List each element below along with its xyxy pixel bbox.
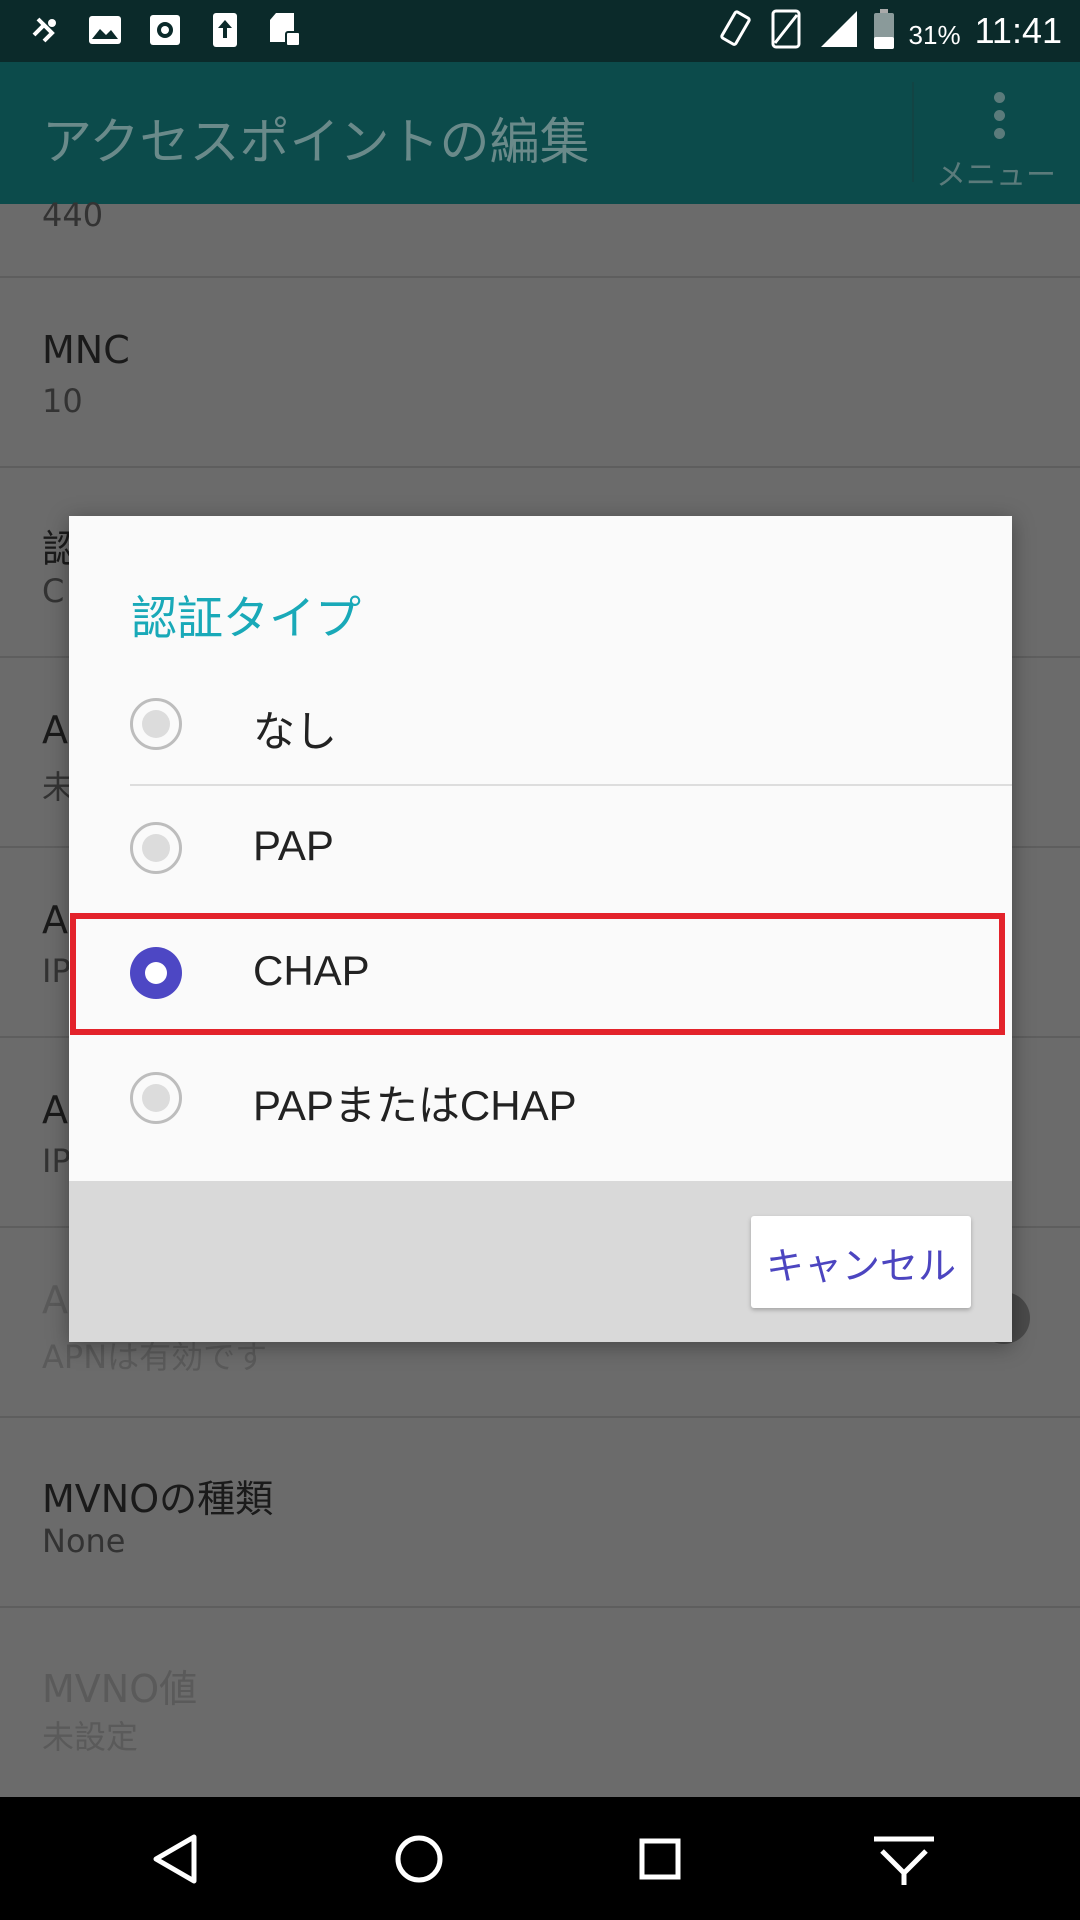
usb-debug-icon [28,10,62,50]
page-title: アクセスポイントの編集 [42,113,590,171]
hide-nav-icon[interactable] [862,1817,946,1901]
option-pap[interactable]: PAP [69,788,1012,912]
home-icon[interactable] [377,1817,461,1901]
option-label: なし [253,708,338,755]
dialog-title: 認証タイプ [131,591,361,645]
upload-icon [208,10,242,50]
clock: 11:41 [974,10,1062,51]
setting-title: MVNO値 [42,1667,198,1711]
setting-value: C [42,572,65,610]
setting-title: A [42,1088,68,1132]
setting-title: A [42,898,68,942]
signal-icon [819,9,859,53]
back-icon[interactable] [134,1817,218,1901]
notification-icons [28,10,302,50]
setting-title: A [42,1278,68,1322]
list-item-mvno-type[interactable]: MVNOの種類 None [0,1418,1080,1608]
option-none[interactable]: なし [69,664,1012,788]
status-right: 31% 11:41 [715,6,1062,56]
recents-icon[interactable] [618,1817,702,1901]
setting-value: 未設定 [42,1718,139,1756]
option-divider [130,784,1012,786]
auth-type-dialog: 認証タイプ なし PAP CHAP PAPまたはCHAP キャンセル [69,516,1012,1342]
dialog-footer: キャンセル [69,1181,1012,1342]
list-item[interactable]: MNC 10 [0,278,1080,468]
setting-title: MNC [42,328,130,372]
cancel-button[interactable]: キャンセル [751,1216,971,1308]
setting-value: 10 [42,382,83,420]
list-item-mvno-value[interactable]: MVNO値 未設定 [0,1608,1080,1796]
vibrate-icon [715,9,755,53]
battery-icon [873,9,895,53]
radio-unchecked-icon[interactable] [130,822,182,874]
battery-percent: 31% [908,19,961,50]
menu-button[interactable]: メニュー [930,76,1080,196]
setting-value: IP [42,952,71,990]
setting-title: A [42,708,68,752]
appbar-divider [912,82,914,182]
option-label: PAPまたはCHAP [253,1082,577,1129]
app-bar: アクセスポイントの編集 メニュー [0,62,1080,204]
setting-value: 440 [42,196,104,234]
option-chap[interactable]: CHAP [69,913,1012,1037]
setting-title: MVNOの種類 [42,1477,274,1521]
menu-label: メニュー [936,158,1056,193]
navigation-bar [0,1797,1080,1920]
radio-unchecked-icon[interactable] [130,1072,182,1124]
option-pap-or-chap[interactable]: PAPまたはCHAP [69,1038,1012,1162]
list-item[interactable]: 440 [0,196,1080,278]
no-sim-icon [769,9,805,53]
option-label: CHAP [253,947,370,994]
image-icon [88,10,122,50]
setting-value: IP [42,1142,71,1180]
setting-value: None [42,1522,126,1560]
radio-unchecked-icon[interactable] [130,698,182,750]
status-bar: 31% 11:41 [0,0,1080,62]
sd-card-icon [268,10,302,50]
radio-checked-icon[interactable] [130,947,182,999]
option-label: PAP [253,822,334,869]
overflow-menu-icon [994,92,1006,146]
settings-app-icon [148,10,182,50]
